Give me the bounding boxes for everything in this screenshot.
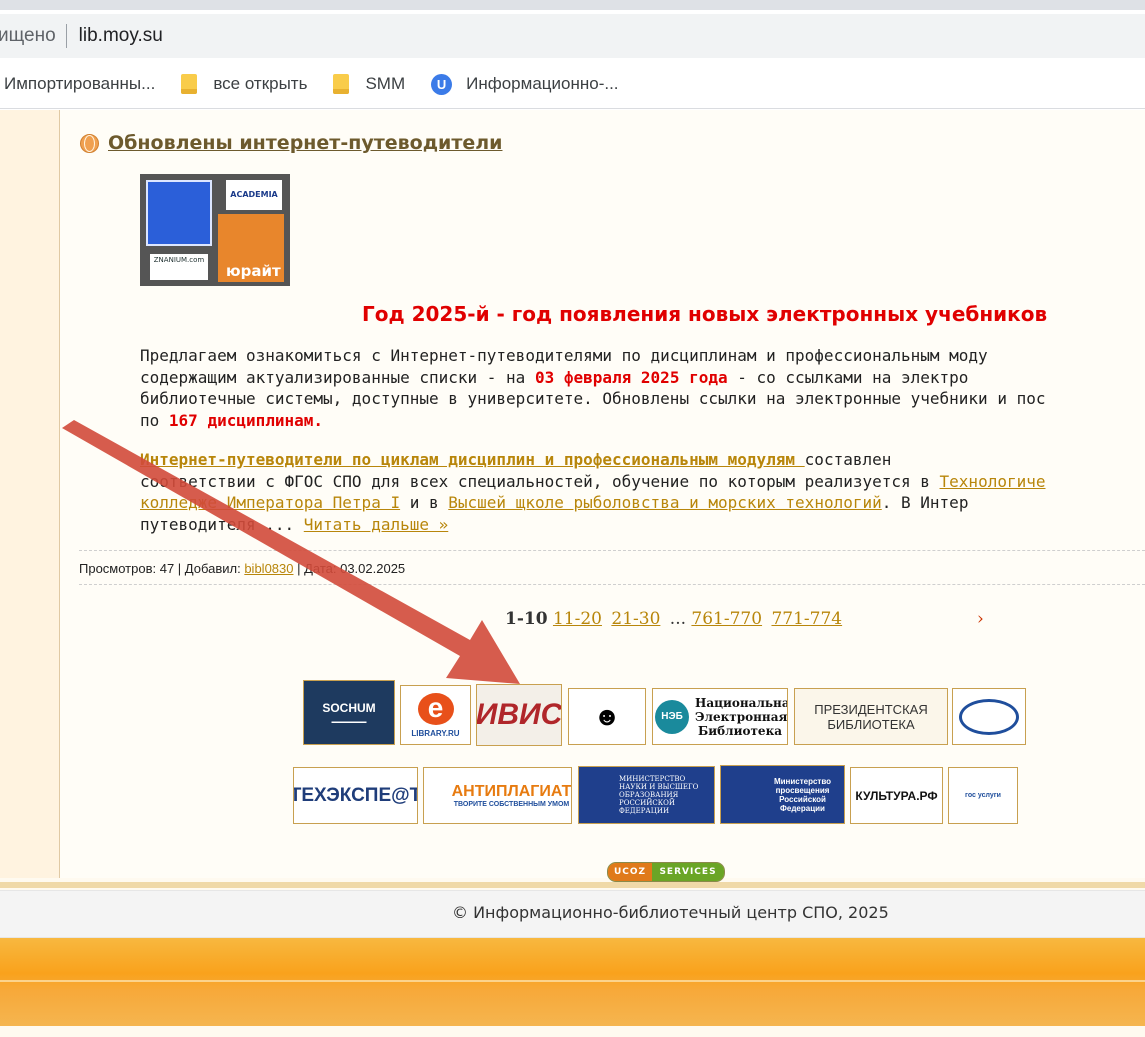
para-line: Предлагаем ознакомиться с Интернет-путев… bbox=[140, 346, 988, 365]
para-line: путеводителя ... Читать дальше » bbox=[140, 514, 449, 534]
services-label: SERVICES bbox=[652, 863, 724, 881]
para-line: содержащим актуализированные списки - на… bbox=[140, 367, 969, 387]
page-link[interactable]: 771-774 bbox=[771, 609, 842, 629]
next-page-icon[interactable]: › bbox=[977, 609, 984, 629]
elibrary-banner[interactable]: e LIBRARY.RU bbox=[400, 685, 471, 745]
news-meta: Просмотров: 47 | Добавил: bibl0830 | Дат… bbox=[79, 561, 406, 576]
divider bbox=[79, 584, 1145, 585]
para-line: Интернет-путеводители по циклам дисципли… bbox=[140, 450, 892, 469]
globe-icon bbox=[80, 133, 99, 153]
pagination: 1-10 11-20 21-30 ... 761-770 771-774 › bbox=[505, 609, 984, 629]
antiplagiat-slogan: ТВОРИТЕ СОБСТВЕННЫМ УМОМ bbox=[453, 801, 570, 808]
page-link[interactable]: 21-30 bbox=[611, 609, 660, 629]
paragraph-intro: Предлагаем ознакомиться с Интернет-путев… bbox=[140, 345, 1145, 431]
portrait-icon: ☻ bbox=[593, 701, 621, 731]
divider bbox=[79, 550, 1145, 551]
bookmark-info[interactable]: U Информационно-... bbox=[431, 73, 619, 95]
url-text[interactable]: lib.moy.su bbox=[79, 25, 163, 47]
author-link[interactable]: bibl0830 bbox=[244, 561, 293, 576]
academia-logo: ACADEMIA bbox=[226, 180, 282, 210]
urait-logo: юрайт bbox=[218, 214, 284, 282]
security-label[interactable]: ищено bbox=[0, 25, 56, 47]
ebr-banner[interactable] bbox=[952, 688, 1026, 745]
minobr-label: МИНИСТЕРСТВО НАУКИ И ВЫСШЕГО ОБРАЗОВАНИЯ… bbox=[619, 775, 699, 815]
bookmark-open-all[interactable]: все открыть bbox=[181, 74, 307, 94]
u-avatar-icon: U bbox=[431, 73, 453, 95]
college-peter-link[interactable]: колледже Императора Петра I bbox=[140, 493, 400, 512]
texexpert-label: ТЕХЭКСПЕ@Т bbox=[293, 784, 418, 806]
news-thumbnail[interactable]: ACADEMIA юрайт ZNANIUM.com bbox=[140, 174, 290, 286]
antiplagiat-label: АНТИПЛАГИАТ bbox=[451, 783, 572, 800]
bookmark-label: Информационно-... bbox=[466, 74, 619, 93]
headline-text: Год 2025-й - год появления новых электро… bbox=[362, 302, 1048, 326]
news-content: Обновлены интернет-путеводители ACADEMIA… bbox=[60, 110, 1145, 878]
fishery-school-link[interactable]: Высшей щколе рыболовства и морских техно… bbox=[448, 493, 881, 512]
page-link[interactable]: 761-770 bbox=[691, 609, 762, 629]
knowledge-portrait-banner[interactable]: ☻ bbox=[568, 688, 646, 745]
presidential-label: ПРЕЗИДЕНТСКАЯ БИБЛИОТЕКА bbox=[814, 701, 928, 732]
minpros-label: Министерство просвещения Российской Феде… bbox=[773, 776, 832, 813]
gosuslugi-banner[interactable]: гос услуги bbox=[948, 767, 1018, 824]
date-highlight: 03 февраля 2025 года bbox=[534, 367, 728, 387]
ucoz-services-badge[interactable]: UCOZ SERVICES bbox=[607, 862, 725, 882]
address-bar[interactable]: ищено lib.moy.su bbox=[0, 14, 1145, 58]
copyright-text: © Информационно-библиотечный центр СПО, … bbox=[452, 903, 889, 922]
para-line: по 167 дисциплинам. bbox=[140, 410, 324, 430]
para-line: библиотечные системы, доступные в универ… bbox=[140, 389, 1046, 408]
ebr-logo bbox=[959, 698, 1019, 735]
gosuslugi-label: гос услуги bbox=[965, 792, 1001, 799]
footer-bar bbox=[0, 938, 1145, 1026]
neb-label: Национальная Электронная Библиотека bbox=[695, 695, 788, 738]
folder-icon bbox=[333, 74, 350, 94]
read-more-link[interactable]: Читать дальше » bbox=[304, 515, 449, 534]
elibrary-logo: e bbox=[417, 692, 454, 725]
guides-link[interactable]: Интернет-путеводители по циклам дисципли… bbox=[140, 450, 805, 469]
news-title-link[interactable]: Обновлены интернет-путеводители bbox=[108, 132, 502, 154]
znanium-logo: ZNANIUM.com bbox=[150, 254, 208, 280]
bookmark-label: SMM bbox=[365, 74, 406, 93]
copyright-bar: © Информационно-библиотечный центр СПО, … bbox=[0, 890, 1145, 938]
pager-ellipsis: ... bbox=[669, 609, 687, 629]
folder-icon bbox=[181, 74, 198, 94]
page: Обновлены интернет-путеводители ACADEMIA… bbox=[0, 110, 1145, 1037]
kultura-label: КУЛЬТУРА.РФ bbox=[855, 788, 938, 803]
elibrary-label: LIBRARY.RU bbox=[411, 728, 460, 738]
ivis-label: ИВИС bbox=[476, 698, 562, 731]
footer-divider bbox=[0, 882, 1145, 888]
neb-banner[interactable]: НЭБ Национальная Электронная Библиотека bbox=[652, 688, 788, 745]
count-highlight: 167 дисциплинам. bbox=[168, 410, 324, 430]
kultura-banner[interactable]: КУЛЬТУРА.РФ bbox=[850, 767, 943, 824]
antiplagiat-banner[interactable]: АНТИПЛАГИАТ ТВОРИТЕ СОБСТВЕННЫМ УМОМ bbox=[423, 767, 572, 824]
sochum-label: SOCHUM bbox=[322, 700, 376, 715]
lan-logo bbox=[146, 180, 212, 246]
bookmarks-bar: Импортированны... все открыть SMM U Инфо… bbox=[0, 60, 1145, 109]
para-line: колледже Императора Петра I и в Высшей щ… bbox=[140, 493, 969, 512]
paragraph-guides: Интернет-путеводители по циклам дисципли… bbox=[140, 449, 1145, 535]
presidential-library-banner[interactable]: ПРЕЗИДЕНТСКАЯ БИБЛИОТЕКА bbox=[794, 688, 948, 745]
news-title: Обновлены интернет-путеводители bbox=[80, 132, 502, 154]
bookmark-label: Импортированны... bbox=[4, 74, 156, 93]
sochum-banner[interactable]: SOCHUM ▬▬▬▬▬▬▬ bbox=[303, 680, 395, 745]
browser-top-strip bbox=[0, 0, 1145, 10]
current-page: 1-10 bbox=[505, 609, 548, 629]
texexpert-banner[interactable]: ТЕХЭКСПЕ@Т bbox=[293, 767, 418, 824]
urait-label: юрайт bbox=[226, 262, 281, 280]
bookmark-label: все открыть bbox=[213, 74, 308, 93]
neb-logo: НЭБ bbox=[655, 699, 689, 734]
bookmark-smm[interactable]: SMM bbox=[333, 74, 405, 94]
para-line: соответствии с ФГОС СПО для всех специал… bbox=[140, 471, 1046, 491]
minobr-banner[interactable]: МИНИСТЕРСТВО НАУКИ И ВЫСШЕГО ОБРАЗОВАНИЯ… bbox=[578, 766, 715, 824]
bookmark-imported[interactable]: Импортированны... bbox=[4, 74, 155, 94]
address-separator bbox=[65, 24, 67, 48]
page-link[interactable]: 11-20 bbox=[553, 609, 602, 629]
ivis-banner[interactable]: ИВИС bbox=[476, 684, 562, 746]
tech-college-link[interactable]: Технологиче bbox=[940, 472, 1046, 491]
minpros-banner[interactable]: Министерство просвещения Российской Феде… bbox=[720, 765, 845, 824]
left-column bbox=[0, 110, 60, 878]
ucoz-label: UCOZ bbox=[608, 863, 652, 881]
